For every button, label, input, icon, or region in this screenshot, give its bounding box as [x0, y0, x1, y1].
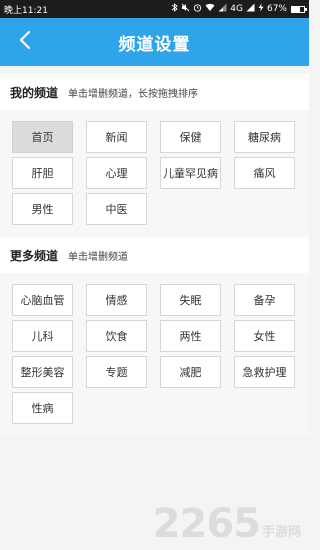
more-channel-chip[interactable]: 失眠: [160, 284, 221, 316]
page-title: 频道设置: [118, 34, 191, 55]
watermark-logo: 2265 手游网: [153, 504, 301, 544]
my-channel-chip[interactable]: 男性: [12, 193, 73, 225]
more-channel-chip[interactable]: 减肥: [160, 356, 221, 388]
my-channel-chip[interactable]: 痛风: [234, 157, 295, 189]
more-channel-chip[interactable]: 女性: [234, 320, 295, 352]
my-channels-title: 我的频道: [10, 85, 59, 100]
network-type: 4G: [230, 4, 243, 14]
more-channels-grid: 心脑血管 情感 失眠 备孕儿科 饮食 两性 女性整形美容 专题 减肥 急救护理性病: [0, 273, 309, 436]
status-bar: 晚上11:21 4G 67%: [0, 0, 309, 18]
battery-percent: 67%: [266, 4, 287, 14]
more-channel-chip[interactable]: 专题: [86, 356, 147, 388]
more-channel-chip[interactable]: 性病: [12, 392, 73, 424]
title-bar: 频道设置: [0, 18, 309, 66]
status-time: 晚上11:21: [4, 5, 48, 16]
my-channels-header: 我的频道 单击增删频道，长按拖拽排序: [0, 74, 309, 110]
watermark-site: 手游网: [261, 525, 301, 540]
more-channel-chip[interactable]: 儿科: [12, 320, 73, 352]
more-channel-chip[interactable]: 备孕: [234, 284, 295, 316]
more-channel-chip[interactable]: 两性: [160, 320, 221, 352]
battery-icon: [291, 5, 307, 13]
my-channel-chip[interactable]: 中医: [86, 193, 147, 225]
my-channel-chip[interactable]: 新闻: [86, 121, 147, 153]
my-channels-hint: 单击增删频道，长按拖拽排序: [68, 88, 199, 100]
more-channel-chip[interactable]: 急救护理: [234, 356, 295, 388]
mute-icon: [181, 3, 190, 15]
more-channel-chip[interactable]: 心脑血管: [12, 284, 73, 316]
my-channel-chip[interactable]: 首页: [12, 121, 73, 153]
status-icons: 4G 67%: [171, 3, 307, 15]
more-channel-chip[interactable]: 整形美容: [12, 356, 73, 388]
watermark-number: 2265: [152, 501, 261, 547]
my-channel-chip[interactable]: 肝胆: [12, 157, 73, 189]
wifi-icon: [205, 3, 215, 15]
alarm-icon: [193, 3, 202, 15]
chevron-left-icon: [18, 30, 32, 54]
more-channel-chip[interactable]: 饮食: [86, 320, 147, 352]
bluetooth-icon: [171, 3, 179, 15]
more-channels-hint: 单击增删频道: [68, 251, 129, 263]
more-channels-section: 更多频道 单击增删频道 心脑血管 情感 失眠 备孕儿科 饮食 两性 女性整形美容 专题 减肥 急救…: [0, 237, 309, 436]
more-channels-title: 更多频道: [10, 248, 59, 263]
signal-icon: [218, 3, 227, 15]
signal-icon-2: [246, 3, 255, 15]
charging-icon: [258, 3, 264, 15]
back-button[interactable]: [10, 18, 40, 66]
more-channel-chip[interactable]: 情感: [86, 284, 147, 316]
my-channel-chip[interactable]: 儿童罕见病: [160, 157, 221, 189]
my-channel-chip[interactable]: 心理: [86, 157, 147, 189]
my-channels-section: 我的频道 单击增删频道，长按拖拽排序 首页 新闻 保健 糖尿病肝胆 心理 儿童罕见病 痛风男…: [0, 74, 309, 237]
my-channels-grid: 首页 新闻 保健 糖尿病肝胆 心理 儿童罕见病 痛风男性 中医: [0, 110, 309, 237]
my-channel-chip[interactable]: 保健: [160, 121, 221, 153]
battery-fill: [292, 6, 301, 12]
my-channel-chip[interactable]: 糖尿病: [234, 121, 295, 153]
more-channels-header: 更多频道 单击增删频道: [0, 237, 309, 273]
